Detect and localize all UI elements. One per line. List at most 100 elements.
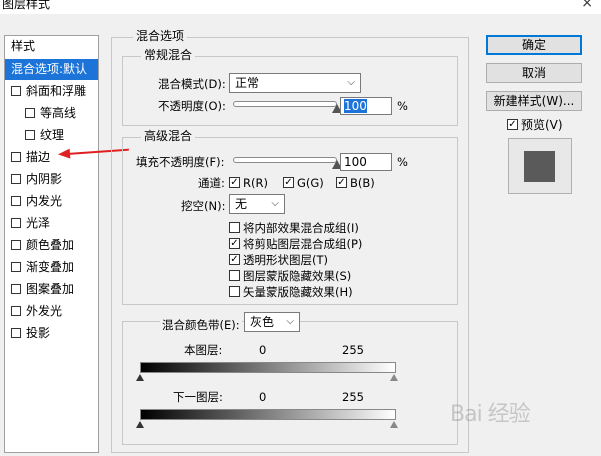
transparency-shapes-layer-checkbox[interactable]: ✓ 透明形状图层(T) [229,253,328,267]
checkbox[interactable] [11,85,21,96]
opacity-slider-track[interactable] [233,101,337,107]
blend-if-label: 混合颜色带(E): [160,318,242,332]
style-item-bevel-emboss[interactable]: 斜面和浮雕 [5,81,98,102]
style-item-pattern-overlay[interactable]: 图案叠加 [5,279,98,300]
fill-opacity-label: 填充不透明度(F): [136,155,225,169]
knockout-select[interactable]: 无 ⌵ [229,194,285,214]
checkbox[interactable] [11,327,21,338]
checkbox[interactable] [11,283,21,294]
checkbox[interactable] [25,107,35,118]
channels-label: 通道: [198,176,225,190]
preview-label: 预览(V) [521,118,563,132]
checkbox[interactable] [25,129,35,140]
style-item-inner-shadow[interactable]: 内阴影 [5,169,98,190]
style-item-contour[interactable]: 等高线 [5,103,98,124]
underlying-layer-label: 下一图层: [173,390,223,404]
style-item-label: 内阴影 [26,172,63,186]
style-item-drop-shadow[interactable]: 投影 [5,323,98,344]
layer-mask-hides-effects-checkbox[interactable]: 图层蒙版隐藏效果(S) [229,269,351,283]
annotation-arrow-head [57,148,71,160]
check-icon: ✓ [229,238,240,249]
style-preview-swatch [508,138,572,194]
chevron-down-icon: ⌵ [271,198,279,209]
check-icon: ✓ [507,119,518,130]
underlying-layer-gradient [140,409,396,420]
preview-checkbox[interactable]: ✓ 预览(V) [507,118,563,132]
underlying-layer-white-handle[interactable] [390,421,398,428]
check-icon: ✓ [229,177,240,188]
blend-if-group [122,321,458,445]
this-layer-gradient [140,362,396,373]
check-icon: ✓ [283,177,294,188]
window-title: 图层样式 [2,0,51,11]
fill-opacity-input[interactable]: 100 [340,153,392,171]
ok-button[interactable]: 确定 [486,35,582,55]
style-item-outer-glow[interactable]: 外发光 [5,301,98,322]
option-label: 矢量蒙版隐藏效果(H) [243,285,353,299]
style-item-texture[interactable]: 纹理 [5,125,98,146]
watermark: Bai 经验 [450,402,531,427]
this-layer-white-handle[interactable] [390,374,398,381]
checkbox[interactable] [11,173,21,184]
advanced-blending-title: 高级混合 [141,129,196,143]
opacity-label: 不透明度(O): [158,99,226,113]
style-item-label: 光泽 [26,216,51,230]
style-item-gradient-overlay[interactable]: 渐变叠加 [5,257,98,278]
title-bar: 图层样式 × [0,0,601,14]
checkbox[interactable] [11,195,21,206]
opacity-input[interactable]: 100 [340,97,392,115]
style-item-blend-options[interactable]: 混合选项:默认 [5,59,98,80]
this-layer-label: 本图层: [184,343,223,357]
style-item-label: 混合选项:默认 [11,62,88,76]
channel-b-label: B(B) [350,176,375,190]
checkbox[interactable] [11,217,21,228]
chevron-down-icon: ⌵ [286,316,294,327]
checkbox[interactable] [11,261,21,272]
vector-mask-hides-effects-checkbox[interactable]: 矢量蒙版隐藏效果(H) [229,285,353,299]
blend-mode-select[interactable]: 正常 ⌵ [229,73,361,93]
blend-if-select[interactable]: 灰色 ⌵ [244,312,300,332]
checkbox-box [229,286,240,297]
style-item-label: 渐变叠加 [26,260,75,274]
underlying-layer-black-handle[interactable] [136,421,144,428]
underlying-layer-min: 0 [259,390,267,404]
style-item-satin[interactable]: 光泽 [5,213,98,234]
style-list: 样式 混合选项:默认 斜面和浮雕 等高线 纹理 描边 内阴影 内发光 光泽 颜色… [4,35,99,453]
channel-g-checkbox[interactable]: ✓ G(G) [283,176,324,190]
blend-interior-effects-checkbox[interactable]: 将内部效果混合成组(I) [229,221,359,235]
this-layer-max: 255 [342,343,364,357]
cancel-button[interactable]: 取消 [486,63,582,83]
chevron-down-icon: ⌵ [347,77,355,88]
underlying-layer-max: 255 [342,390,364,404]
checkbox[interactable] [11,239,21,250]
knockout-label: 挖空(N): [181,199,226,213]
style-item-label: 投影 [26,326,51,340]
this-layer-black-handle[interactable] [136,374,144,381]
channel-r-checkbox[interactable]: ✓ R(R) [229,176,268,190]
knockout-value: 无 [235,197,248,211]
close-icon[interactable]: × [581,0,593,10]
fill-opacity-unit: % [397,155,408,169]
style-item-inner-glow[interactable]: 内发光 [5,191,98,212]
channel-b-checkbox[interactable]: ✓ B(B) [336,176,375,190]
style-item-stroke[interactable]: 描边 [5,147,98,168]
style-item-label: 斜面和浮雕 [26,84,87,98]
checkbox[interactable] [11,305,21,316]
style-list-header: 样式 [5,36,98,57]
blend-if-value: 灰色 [250,315,275,329]
new-style-button[interactable]: 新建样式(W)... [486,91,582,111]
blend-options-title: 混合选项 [133,29,188,43]
option-label: 图层蒙版隐藏效果(S) [243,269,352,283]
general-blending-title: 常规混合 [141,48,196,62]
opacity-value: 100 [344,99,367,113]
this-layer-min: 0 [259,343,267,357]
blend-clipped-layers-checkbox[interactable]: ✓ 将剪贴图层混合成组(P) [229,237,362,251]
style-item-label: 描边 [26,150,51,164]
style-item-label: 纹理 [40,128,65,142]
blend-mode-value: 正常 [235,76,260,90]
style-item-label: 图案叠加 [26,282,75,296]
preview-square [524,151,555,182]
style-item-color-overlay[interactable]: 颜色叠加 [5,235,98,256]
checkbox[interactable] [11,151,21,162]
fill-opacity-slider-track[interactable] [233,157,337,163]
